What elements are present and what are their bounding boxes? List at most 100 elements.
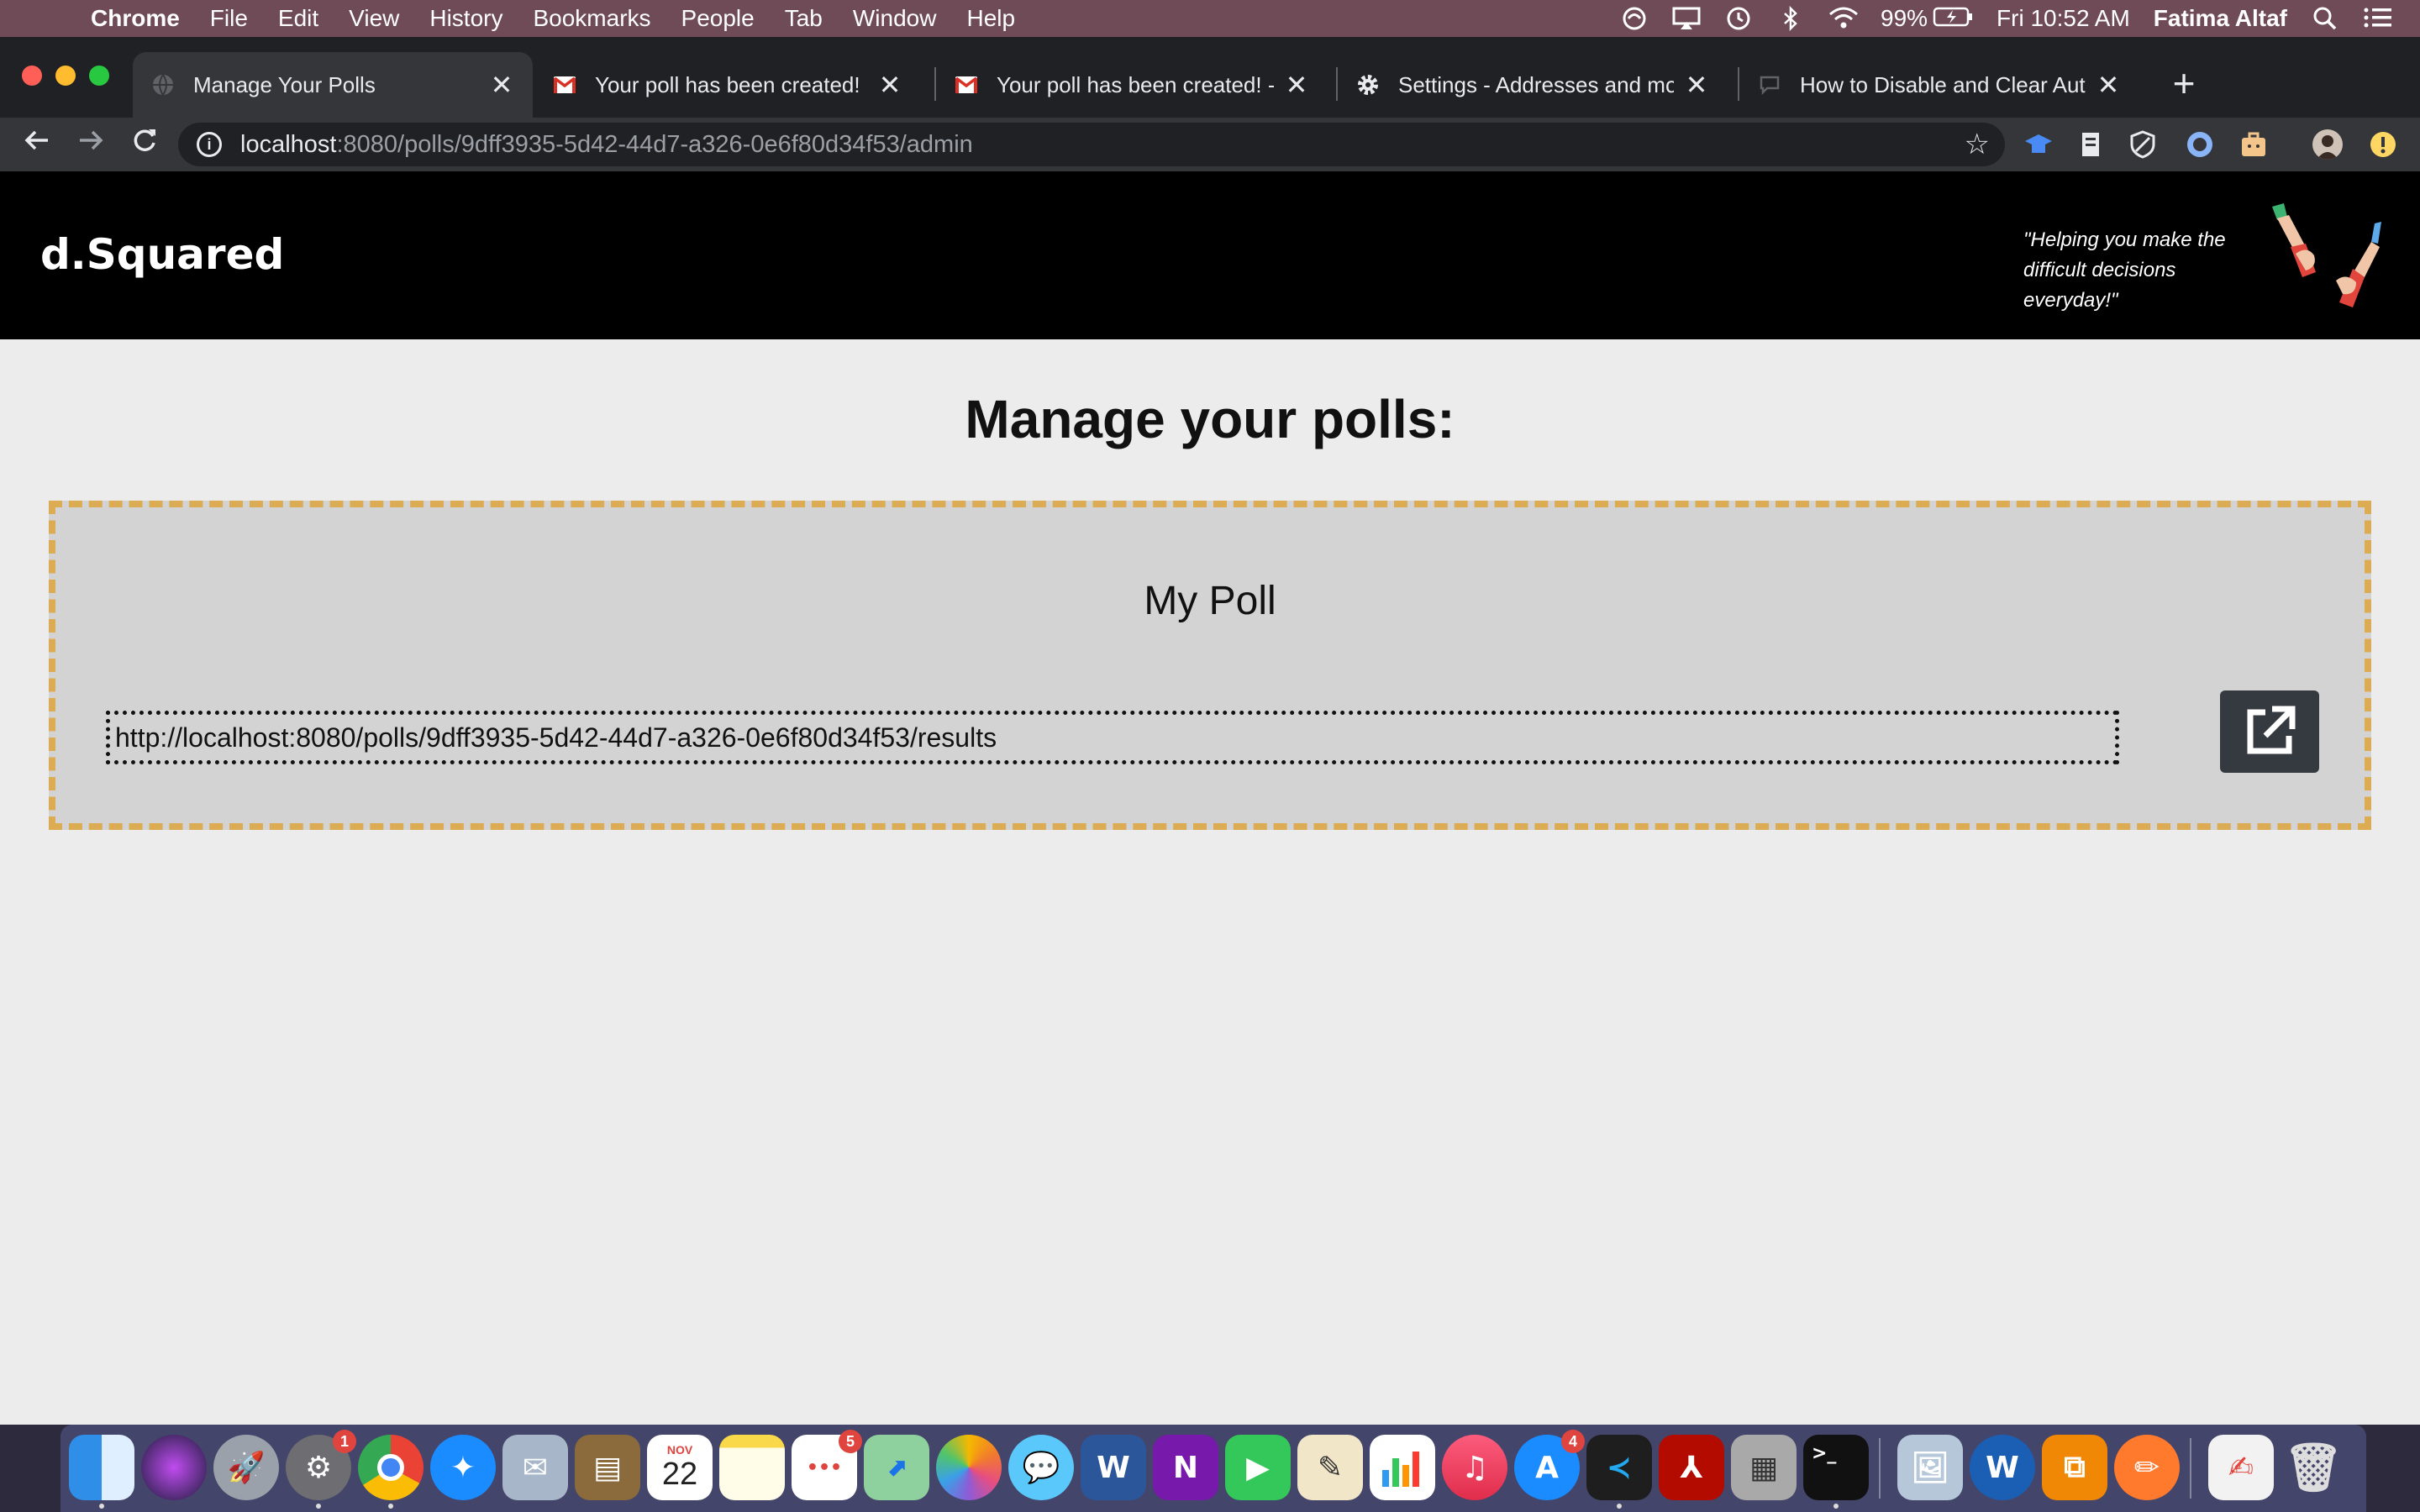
webex-w-icon[interactable]: W <box>1970 1435 2035 1500</box>
mail-bird-icon[interactable]: ✉ <box>502 1435 568 1500</box>
browser-toolbar: i localhost:8080/polls/9dff3935-5d42-44d… <box>0 118 2420 171</box>
safari-compass-icon[interactable]: ✦ <box>430 1435 496 1500</box>
menu-bookmarks[interactable]: Bookmarks <box>533 5 650 32</box>
tab-close-icon[interactable]: ✕ <box>2096 69 2121 101</box>
forward-arrow-icon[interactable] <box>72 126 109 163</box>
tab-gmail-poll-created-1[interactable]: Your poll has been created! - fa ✕ <box>534 52 921 118</box>
pages-pen-icon[interactable]: ✎ <box>1297 1435 1363 1500</box>
system-preferences-icon[interactable]: ⚙ 1 <box>286 1430 356 1509</box>
url-path: :8080/polls/9dff3935-5d42-44d7-a326-0e6f… <box>336 130 973 158</box>
menu-app-name[interactable]: Chrome <box>91 5 180 32</box>
tab-title: Manage Your Polls <box>193 71 376 97</box>
tab-disable-autofill[interactable]: How to Disable and Clear Auto ✕ <box>1739 52 2139 118</box>
chat-icon <box>1758 73 1781 97</box>
macos-dock: 🚀 ⚙ 1 ✦ ✉ ▤ NOV 22 ••• 5 ⬈ 💬 W N ▶ ✎ ♫ A4 … <box>60 1425 2366 1512</box>
menu-history[interactable]: History <box>429 5 502 32</box>
menu-edit[interactable]: Edit <box>278 5 318 32</box>
site-info-icon[interactable]: i <box>197 132 222 157</box>
contacts-book-icon[interactable]: ▤ <box>575 1435 640 1500</box>
brush-hands-logo-icon <box>2272 203 2381 307</box>
tab-close-icon[interactable]: ✕ <box>489 69 514 101</box>
battery-percent: 99% <box>1881 5 1928 31</box>
extension-document-icon[interactable] <box>2075 129 2106 160</box>
menu-clock[interactable]: Fri 10:52 AM <box>1996 5 2130 32</box>
back-arrow-icon[interactable] <box>18 126 55 163</box>
preview-image-icon[interactable]: 🖼 <box>1897 1435 1963 1500</box>
itunes-music-icon[interactable]: ♫ <box>1442 1435 1507 1500</box>
extension-graduation-cap-icon[interactable] <box>2023 129 2054 160</box>
calendar-day: 22 <box>661 1456 698 1492</box>
window-minimize-button[interactable] <box>55 66 76 86</box>
bluetooth-icon[interactable] <box>1776 5 1805 32</box>
tab-close-icon[interactable]: ✕ <box>1684 69 1709 101</box>
menu-view[interactable]: View <box>349 5 399 32</box>
battery-icon[interactable] <box>1933 6 1973 31</box>
tab-manage-your-polls[interactable]: Manage Your Polls ✕ <box>133 52 533 118</box>
calculator-icon[interactable]: ▦ <box>1731 1435 1797 1500</box>
wifi-icon[interactable] <box>1828 6 1858 31</box>
tab-title: Settings - Addresses and more <box>1398 71 1674 97</box>
launchpad-rocket-icon[interactable]: 🚀 <box>213 1435 279 1500</box>
macos-menu-bar: Chrome File Edit View History Bookmarks … <box>0 0 2420 37</box>
tab-close-icon[interactable]: ✕ <box>877 69 902 101</box>
numbers-chart-icon[interactable] <box>1370 1435 1435 1500</box>
tab-title: Your poll has been created! - fa <box>595 71 867 97</box>
globe-icon <box>151 73 175 97</box>
app-store-badge: 4 <box>1561 1430 1585 1453</box>
vscode-icon[interactable]: ≺ <box>1586 1435 1652 1509</box>
open-results-button[interactable] <box>2220 690 2319 773</box>
menu-help[interactable]: Help <box>966 5 1015 32</box>
trash-icon[interactable]: 🗑 <box>2281 1435 2346 1500</box>
notification-center-icon[interactable] <box>2363 6 2391 31</box>
finder-icon[interactable] <box>69 1435 134 1509</box>
tab-gmail-poll-created-2[interactable]: Your poll has been created! - d ✕ <box>936 52 1328 118</box>
menu-file[interactable]: File <box>210 5 248 32</box>
microsoft-word-icon[interactable]: W <box>1081 1435 1146 1500</box>
app-store-icon[interactable]: A4 <box>1514 1430 1585 1500</box>
poll-card: My Poll http://localhost:8080/polls/9dff… <box>49 501 2371 830</box>
window-close-button[interactable] <box>22 66 42 86</box>
tab-settings-addresses[interactable]: Settings - Addresses and more ✕ <box>1338 52 1728 118</box>
drawio-icon[interactable]: ⧉ <box>2042 1435 2107 1500</box>
site-brand[interactable]: d.Squared <box>40 230 284 279</box>
new-tab-button[interactable]: + <box>2163 62 2205 104</box>
menu-window[interactable]: Window <box>853 5 937 32</box>
extension-circle-icon[interactable] <box>2185 129 2215 160</box>
chrome-icon[interactable] <box>358 1435 424 1509</box>
terminal-icon[interactable]: >_ <box>1803 1435 1869 1509</box>
reminders-icon[interactable]: ••• 5 <box>792 1430 862 1500</box>
gear-icon <box>1356 73 1380 97</box>
update-notice-icon[interactable] <box>2368 129 2398 160</box>
window-zoom-button[interactable] <box>89 66 109 86</box>
dock-separator <box>1879 1438 1881 1499</box>
menu-user-name[interactable]: Fatima Altaf <box>2154 5 2287 32</box>
extension-shield-icon[interactable] <box>2128 129 2158 160</box>
facetime-camera-icon[interactable]: ▶ <box>1225 1435 1291 1500</box>
maps-icon[interactable]: ⬈ <box>864 1435 929 1500</box>
extension-briefcase-icon[interactable] <box>2238 129 2269 160</box>
menu-tab[interactable]: Tab <box>785 5 823 32</box>
browser-tab-strip: Manage Your Polls ✕ Your poll has been c… <box>0 37 2420 118</box>
onenote-icon[interactable]: N <box>1153 1435 1218 1500</box>
notes-icon[interactable] <box>719 1435 785 1500</box>
pencil-app-icon[interactable]: ✏ <box>2114 1435 2180 1500</box>
profile-avatar[interactable] <box>2312 129 2343 160</box>
messages-bubble-icon[interactable]: 💬 <box>1008 1435 1074 1500</box>
time-machine-icon[interactable] <box>1724 6 1753 31</box>
poll-results-url[interactable]: http://localhost:8080/polls/9dff3935-5d4… <box>106 711 2119 764</box>
menu-people[interactable]: People <box>681 5 755 32</box>
page-viewport: d.Squared "Helping you make the difficul… <box>0 171 2420 1425</box>
calendar-icon[interactable]: NOV 22 <box>647 1435 713 1500</box>
siri-icon[interactable] <box>141 1435 207 1500</box>
reload-icon[interactable] <box>126 126 163 163</box>
external-link-icon <box>2247 706 2296 754</box>
acrobat-icon[interactable]: ⅄ <box>1659 1435 1724 1500</box>
address-bar[interactable]: i localhost:8080/polls/9dff3935-5d42-44d… <box>178 123 2005 166</box>
spotlight-search-icon[interactable] <box>2311 6 2339 31</box>
airplay-icon[interactable] <box>1672 6 1701 31</box>
downloads-stack-icon[interactable]: ✍ <box>2208 1435 2274 1500</box>
bookmark-star-icon[interactable]: ☆ <box>1965 128 1990 161</box>
sync-status-icon[interactable] <box>1620 6 1649 31</box>
tab-close-icon[interactable]: ✕ <box>1284 69 1309 101</box>
photos-icon[interactable] <box>936 1435 1002 1500</box>
